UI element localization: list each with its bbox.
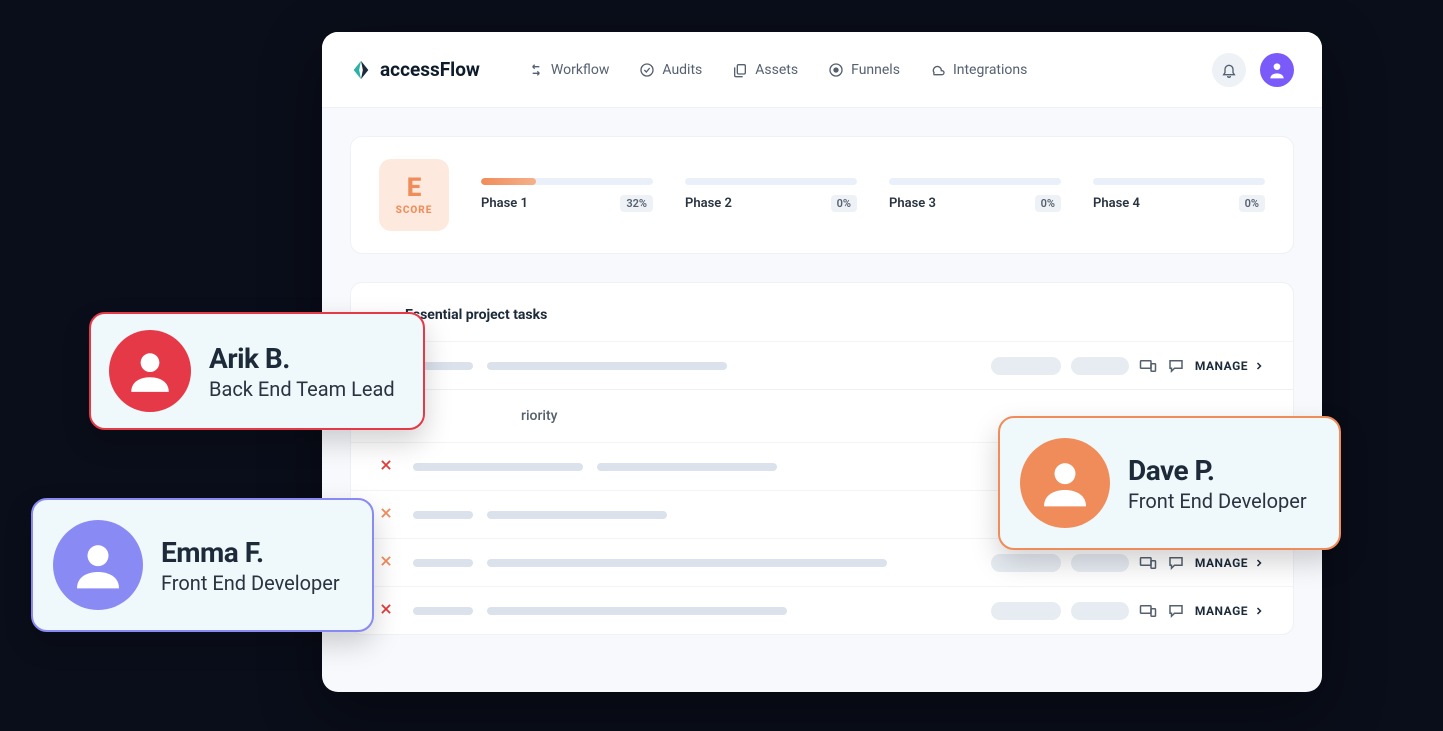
score-label: SCORE xyxy=(396,205,433,216)
nav-item-label: Audits xyxy=(662,62,702,78)
avatar xyxy=(109,330,191,412)
funnels-icon xyxy=(828,62,844,78)
chevron-right-icon xyxy=(1253,360,1265,372)
skeleton-text xyxy=(413,463,583,471)
assets-icon xyxy=(732,62,748,78)
integrations-icon xyxy=(930,62,946,78)
skeleton-text xyxy=(413,559,473,567)
skeleton-pill xyxy=(991,602,1061,620)
phase-progress-bar xyxy=(685,178,857,185)
phase-progress-bar xyxy=(481,178,653,185)
section-title: Essential project tasks xyxy=(405,307,547,323)
chevron-right-icon xyxy=(1253,605,1265,617)
nav-workflow[interactable]: Workflow xyxy=(528,62,610,78)
phase-label: Phase 2 xyxy=(685,196,732,211)
nav-audits[interactable]: Audits xyxy=(639,62,702,78)
nav-item-label: Funnels xyxy=(851,62,900,78)
nav-item-label: Integrations xyxy=(953,62,1027,78)
person-name: Emma F. xyxy=(161,536,340,569)
person-name: Dave P. xyxy=(1128,454,1307,487)
phase-label: Phase 1 xyxy=(481,196,528,211)
skeleton-pill xyxy=(1071,554,1129,572)
topbar-right xyxy=(1212,53,1294,87)
topbar: accessFlow Workflow Audits Assets Funnel… xyxy=(322,32,1322,108)
content: E SCORE Phase 1 32% Phase 2 0% xyxy=(322,108,1322,663)
devices-icon xyxy=(1139,357,1157,375)
phase-label: Phase 4 xyxy=(1093,196,1140,211)
section-header-essential[interactable]: Essential project tasks xyxy=(351,289,1293,341)
phase-2: Phase 2 0% xyxy=(685,178,857,212)
phase-3: Phase 3 0% xyxy=(889,178,1061,212)
skeleton-text xyxy=(487,559,887,567)
chevron-right-icon xyxy=(1253,557,1265,569)
manage-button[interactable]: MANAGE xyxy=(1195,604,1265,618)
x-icon xyxy=(379,457,399,476)
task-row: MANAGE xyxy=(351,586,1293,634)
skeleton-text xyxy=(413,511,473,519)
avatar-icon xyxy=(1267,60,1287,80)
person-card-emma: Emma F. Front End Developer xyxy=(31,498,374,632)
devices-icon xyxy=(1139,602,1157,620)
skeleton-pill xyxy=(991,357,1061,375)
phase-progress-bar xyxy=(889,178,1061,185)
skeleton-text xyxy=(413,607,473,615)
devices-icon xyxy=(1139,554,1157,572)
skeleton-text xyxy=(487,362,727,370)
phase-percent: 32% xyxy=(620,195,653,212)
notifications-button[interactable] xyxy=(1212,53,1246,87)
skeleton-text xyxy=(487,511,667,519)
skeleton-pill xyxy=(1071,357,1129,375)
skeleton-pill xyxy=(991,554,1061,572)
x-icon xyxy=(379,505,399,524)
manage-button[interactable]: MANAGE xyxy=(1195,556,1265,570)
bell-icon xyxy=(1221,62,1237,78)
nav-item-label: Assets xyxy=(755,62,798,78)
score-badge: E SCORE xyxy=(379,159,449,231)
skeleton-text xyxy=(597,463,777,471)
workflow-icon xyxy=(528,62,544,78)
nav-integrations[interactable]: Integrations xyxy=(930,62,1027,78)
section-title: riority xyxy=(521,408,558,424)
comment-icon xyxy=(1167,602,1185,620)
person-role: Front End Developer xyxy=(1128,489,1307,513)
audits-icon xyxy=(639,62,655,78)
manage-button[interactable]: MANAGE xyxy=(1195,359,1265,373)
person-name: Arik B. xyxy=(209,342,395,375)
comment-icon xyxy=(1167,554,1185,572)
phase-percent: 0% xyxy=(1035,195,1061,212)
score-grade: E xyxy=(407,175,422,201)
nav-funnels[interactable]: Funnels xyxy=(828,62,900,78)
person-role: Front End Developer xyxy=(161,571,340,595)
manage-label: MANAGE xyxy=(1195,359,1248,373)
phase-percent: 0% xyxy=(1239,195,1265,212)
x-icon xyxy=(379,553,399,572)
manage-label: MANAGE xyxy=(1195,604,1248,618)
skeleton-text xyxy=(487,607,787,615)
person-card-arik: Arik B. Back End Team Lead xyxy=(89,312,425,430)
logo[interactable]: accessFlow xyxy=(350,58,480,81)
comment-icon xyxy=(1167,357,1185,375)
phase-4: Phase 4 0% xyxy=(1093,178,1265,212)
brand-name: accessFlow xyxy=(380,58,480,81)
x-icon xyxy=(379,601,399,620)
phase-progress-bar xyxy=(1093,178,1265,185)
nav-item-label: Workflow xyxy=(551,62,610,78)
nav-assets[interactable]: Assets xyxy=(732,62,798,78)
task-row: MANAGE xyxy=(351,341,1293,389)
phase-1: Phase 1 32% xyxy=(481,178,653,212)
avatar xyxy=(1020,438,1110,528)
phase-label: Phase 3 xyxy=(889,196,936,211)
main-nav: Workflow Audits Assets Funnels Integrati… xyxy=(528,62,1027,78)
avatar xyxy=(53,520,143,610)
score-card: E SCORE Phase 1 32% Phase 2 0% xyxy=(350,136,1294,254)
person-role: Back End Team Lead xyxy=(209,377,395,401)
phase-percent: 0% xyxy=(831,195,857,212)
logo-mark-icon xyxy=(350,59,372,81)
user-avatar[interactable] xyxy=(1260,53,1294,87)
manage-label: MANAGE xyxy=(1195,556,1248,570)
person-card-dave: Dave P. Front End Developer xyxy=(998,416,1341,550)
skeleton-pill xyxy=(1071,602,1129,620)
app-window: accessFlow Workflow Audits Assets Funnel… xyxy=(322,32,1322,692)
